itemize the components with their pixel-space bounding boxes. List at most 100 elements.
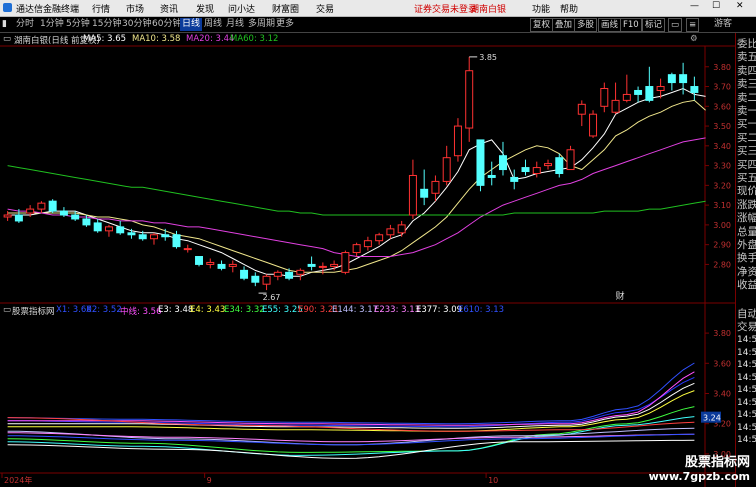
candle bbox=[352, 242, 361, 257]
candle-body bbox=[273, 271, 282, 277]
candle-body bbox=[634, 89, 643, 95]
candle-body bbox=[645, 86, 654, 101]
indicator-title: 股票指标网 bbox=[12, 307, 55, 317]
e3-label: E3: 3.48 bbox=[158, 305, 194, 315]
candle bbox=[183, 244, 192, 253]
candle bbox=[375, 232, 384, 245]
candle bbox=[397, 220, 406, 237]
candle-body bbox=[476, 139, 485, 186]
chart-labels: 2.80 2.90 3.00 3.10 3.20 3.30 3.40 3.50 3.60 3.70… bbox=[4, 53, 731, 485]
candle-body bbox=[408, 174, 417, 216]
candle bbox=[431, 175, 440, 202]
candle bbox=[442, 145, 451, 186]
side-panel-trade-header[interactable]: 自动 bbox=[737, 308, 756, 321]
main-ytick-label: 2.80 bbox=[713, 260, 731, 269]
candle-body bbox=[127, 232, 136, 236]
indicator-ytick-label: 3.40 bbox=[713, 389, 731, 398]
candle-body bbox=[656, 86, 665, 91]
candle bbox=[149, 232, 158, 245]
main-ytick-label: 3.00 bbox=[713, 221, 731, 230]
candle bbox=[622, 74, 631, 103]
candle-body bbox=[104, 226, 113, 232]
candle-body bbox=[453, 125, 462, 157]
candle bbox=[161, 228, 170, 241]
candle-body bbox=[431, 180, 440, 194]
side-panel-field: 涨幅 bbox=[737, 212, 756, 225]
candle bbox=[408, 159, 417, 219]
candle bbox=[420, 169, 429, 206]
side-panel-field: 净资 bbox=[737, 265, 756, 278]
candle bbox=[251, 272, 260, 287]
candle-body bbox=[667, 74, 676, 84]
xtick-label: 9 bbox=[207, 476, 212, 485]
side-panel-field: 卖五 bbox=[737, 51, 756, 64]
candle-body bbox=[26, 208, 35, 214]
min-price-label: 2.67 bbox=[263, 293, 281, 302]
candle bbox=[487, 161, 496, 186]
candle-body bbox=[285, 271, 294, 279]
financial-report-marker: 财 bbox=[616, 290, 625, 302]
candle-body bbox=[296, 269, 305, 275]
candle-body bbox=[498, 155, 507, 171]
candle bbox=[611, 82, 620, 115]
candle bbox=[600, 82, 609, 113]
candle-body bbox=[206, 261, 215, 265]
chart-area: 2.80 2.90 3.00 3.10 3.20 3.30 3.40 3.50 3.60 3.70… bbox=[0, 45, 735, 487]
indicator-ytick-label: 3.60 bbox=[713, 359, 731, 368]
ma-line-ma20 bbox=[7, 137, 706, 257]
indicator-toggle-icon[interactable]: ▭ bbox=[3, 305, 11, 315]
candle-body bbox=[138, 234, 147, 240]
candle-body bbox=[600, 88, 609, 107]
side-panel-field: 买二 bbox=[737, 131, 756, 144]
candle-body bbox=[363, 240, 372, 248]
candle bbox=[690, 76, 699, 101]
side-panel-field: 换手 bbox=[737, 252, 756, 265]
indicator-line-e4 bbox=[7, 390, 695, 432]
candle bbox=[589, 110, 598, 138]
candle-body bbox=[487, 174, 496, 178]
candle-body bbox=[195, 256, 204, 265]
main-ytick-label: 3.10 bbox=[713, 201, 731, 210]
side-panel-trade-header[interactable]: 交易 bbox=[737, 321, 756, 334]
midline-label: 中线: 3.56 bbox=[120, 307, 162, 317]
candle bbox=[510, 169, 519, 190]
side-panel-field: 现价 bbox=[737, 185, 756, 198]
main-ytick-label: 3.50 bbox=[713, 122, 731, 131]
candle-body bbox=[352, 244, 361, 254]
close-icon[interactable]: ✕ bbox=[736, 1, 744, 11]
candle-body bbox=[149, 234, 158, 240]
candle bbox=[240, 266, 249, 281]
side-panel-field: 卖一 bbox=[737, 105, 756, 117]
candle-body bbox=[82, 218, 91, 226]
e610-label: E610: 3.13 bbox=[458, 305, 505, 315]
candle bbox=[48, 199, 57, 214]
candle-body bbox=[217, 263, 226, 269]
side-panel-field: 买一 bbox=[737, 118, 756, 131]
trade-time-row: 14:56 bbox=[737, 435, 756, 445]
candle-body bbox=[690, 86, 699, 93]
candle bbox=[453, 118, 462, 162]
main-ytick-label: 3.60 bbox=[713, 102, 731, 111]
e144-label: E144: 3.17 bbox=[332, 305, 379, 315]
e233-label: E233: 3.13 bbox=[374, 305, 421, 315]
indicator-line-x1 bbox=[7, 362, 695, 425]
candle bbox=[273, 270, 282, 281]
candle-body bbox=[510, 176, 519, 182]
candle bbox=[667, 72, 676, 91]
candle bbox=[566, 145, 575, 171]
indicator-lines bbox=[7, 362, 695, 459]
xtick-label: 10 bbox=[488, 476, 498, 485]
candle bbox=[296, 268, 305, 281]
candle-body bbox=[240, 269, 249, 279]
indicator-infobar: ▭ 股票指标网 X1: 3.60 X2: 3.52 中线: 3.56 E3: 3… bbox=[0, 304, 705, 317]
e377-label: E377: 3.09 bbox=[416, 305, 463, 315]
side-panel-field: 买四 bbox=[737, 158, 756, 171]
candle-body bbox=[71, 214, 80, 220]
candle bbox=[116, 220, 125, 235]
candle-body bbox=[14, 214, 23, 222]
candle-body bbox=[544, 163, 553, 167]
candle-body bbox=[532, 167, 541, 174]
candle bbox=[465, 56, 474, 142]
trade-time-row: 14:56 bbox=[737, 397, 756, 408]
watermark-title: 股票指标网 bbox=[684, 455, 750, 470]
